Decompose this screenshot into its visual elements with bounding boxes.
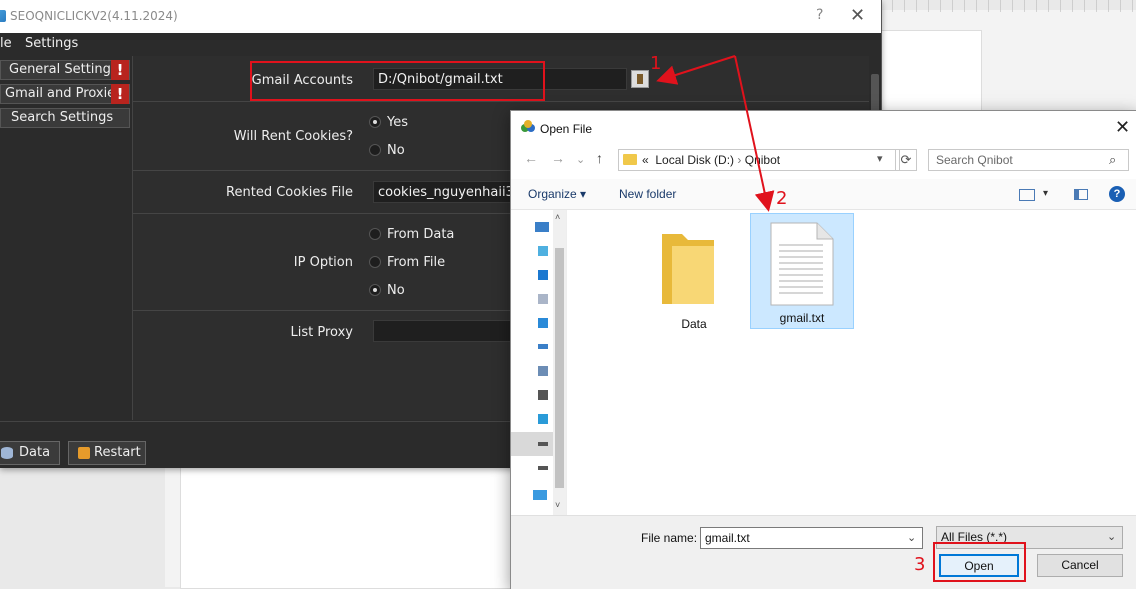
arrow-to-browse xyxy=(656,55,736,85)
annotation-arrows xyxy=(656,55,775,212)
arrow-to-file xyxy=(734,55,775,212)
